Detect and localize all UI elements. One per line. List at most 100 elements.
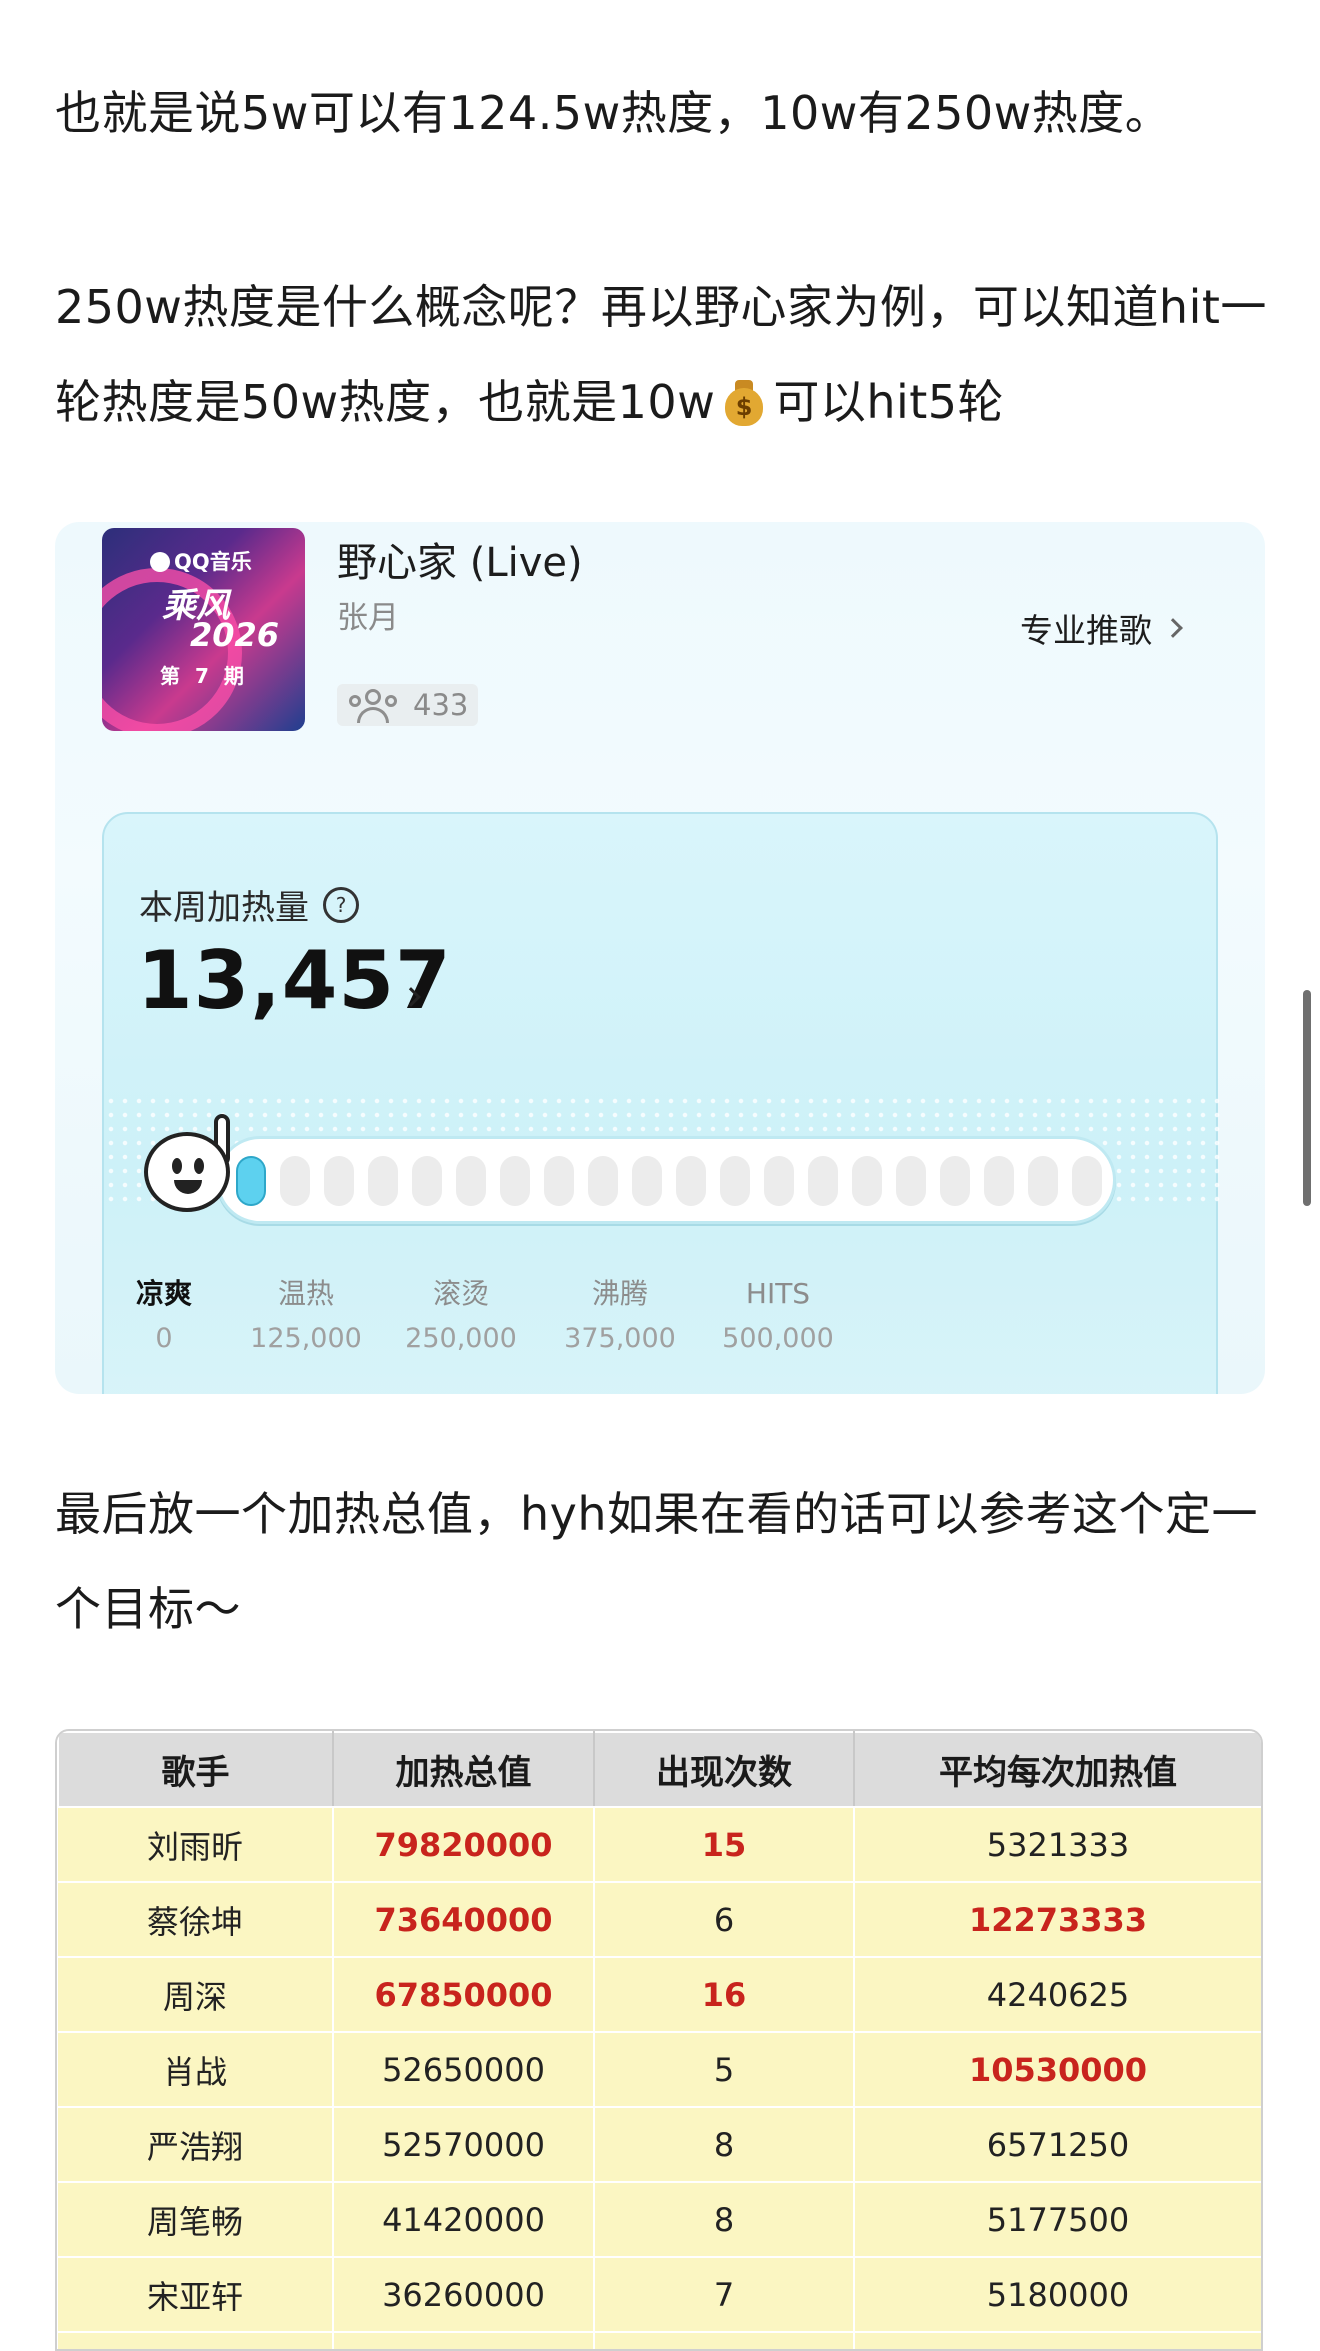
table-cell-count: 16 xyxy=(594,1957,855,2033)
fans-badge[interactable]: 433 xyxy=(337,684,479,726)
heat-total-table: 歌手 加热总值 出现次数 平均每次加热值 刘雨昕 79820000 15 5321333 蔡徐… xyxy=(55,1729,1263,2351)
people-icon xyxy=(347,685,401,725)
table-row xyxy=(58,2332,1261,2349)
heat-stage-value: 375,000 xyxy=(564,1323,676,1354)
progress-segment xyxy=(1028,1156,1058,1206)
song-heat-card: QQ音乐 乘风 2026 第 7 期 野心家 (Live) 张月 433 专业推… xyxy=(55,522,1265,1394)
progress-segment xyxy=(940,1156,970,1206)
table-cell-total: 52650000 xyxy=(333,2032,595,2108)
progress-segment xyxy=(852,1156,882,1206)
heat-stage-name: 温热 xyxy=(277,1277,334,1310)
table-cell-count: 8 xyxy=(594,2182,855,2258)
cover-year: 2026 xyxy=(190,616,280,654)
pro-promote-label: 专业推歌 xyxy=(1020,611,1152,650)
table-header-cell: 歌手 xyxy=(57,1731,334,1808)
progress-segment xyxy=(588,1156,618,1206)
table-cell-singer: 刘雨昕 xyxy=(58,1807,334,1883)
table-cell-total: 73640000 xyxy=(333,1882,595,1958)
table-cell-avg: 12273333 xyxy=(854,1882,1261,1958)
table: 歌手 加热总值 出现次数 平均每次加热值 刘雨昕 79820000 15 5321333 蔡徐… xyxy=(57,1731,1261,2349)
qq-music-logo: QQ音乐 xyxy=(150,546,252,576)
paragraph-2-text-a: 250w热度是什么概念呢？再以野心家为例，可以知道hit一轮热度是50w热度，也… xyxy=(55,280,1267,429)
table-cell xyxy=(854,2332,1261,2349)
progress-segment xyxy=(368,1156,398,1206)
heat-stage-name: 滚烫 xyxy=(432,1277,489,1310)
table-cell xyxy=(333,2332,595,2349)
pro-promote-link[interactable]: 专业推歌 xyxy=(1020,604,1183,652)
song-title[interactable]: 野心家 (Live) xyxy=(337,530,583,588)
table-header-cell: 加热总值 xyxy=(332,1731,595,1808)
table-cell-avg: 5321333 xyxy=(854,1807,1261,1883)
table-header-cell: 平均每次加热值 xyxy=(853,1731,1261,1808)
table-cell-total: 79820000 xyxy=(333,1807,595,1883)
table-row: 宋亚轩 36260000 7 5180000 xyxy=(58,2257,1261,2333)
heat-stage: 温热 125,000 xyxy=(231,1274,381,1364)
table-cell xyxy=(58,2332,334,2349)
heat-stage-value: 250,000 xyxy=(405,1323,517,1354)
table-cell-total: 41420000 xyxy=(333,2182,595,2258)
help-icon[interactable]: ? xyxy=(323,886,359,923)
table-cell-singer: 周笔畅 xyxy=(58,2182,334,2258)
table-cell xyxy=(594,2332,855,2349)
progress-segment-filled xyxy=(236,1156,266,1206)
table-cell-singer: 宋亚轩 xyxy=(58,2257,334,2333)
progress-segment xyxy=(632,1156,662,1206)
heat-stage: 沸腾 375,000 xyxy=(545,1274,695,1364)
heat-stage-value: 0 xyxy=(155,1323,173,1354)
table-row: 周深 67850000 16 4240625 xyxy=(58,1957,1261,2033)
progress-segment xyxy=(676,1156,706,1206)
progress-segment xyxy=(808,1156,838,1206)
heat-stage: 滚烫 250,000 xyxy=(386,1274,536,1364)
table-cell-singer: 严浩翔 xyxy=(58,2107,334,2183)
progress-segment xyxy=(544,1156,574,1206)
heat-panel: 本周加热量? 13,457 凉爽 0 温热 125,000 滚烫 250,000 沸腾 375… xyxy=(102,812,1220,1394)
heat-value[interactable]: 13,457 xyxy=(137,934,452,1027)
heat-stage-value: 500,000 xyxy=(722,1323,834,1354)
chevron-right-icon xyxy=(1163,618,1183,638)
table-cell-total: 36260000 xyxy=(333,2257,595,2333)
table-cell-total: 52570000 xyxy=(333,2107,595,2183)
progress-segment xyxy=(764,1156,794,1206)
heat-stage: 凉爽 0 xyxy=(89,1274,239,1364)
progress-segment xyxy=(500,1156,530,1206)
table-row: 肖战 52650000 5 10530000 xyxy=(58,2032,1261,2108)
heat-stage-value: 125,000 xyxy=(250,1323,362,1354)
progress-segment xyxy=(412,1156,442,1206)
table-header-row: 歌手 加热总值 出现次数 平均每次加热值 xyxy=(57,1731,1261,1808)
mascot-icon xyxy=(134,1114,240,1220)
table-cell-count: 15 xyxy=(594,1807,855,1883)
paragraph-2-text-b: 可以hit5轮 xyxy=(773,375,1005,429)
table-row: 蔡徐坤 73640000 6 12273333 xyxy=(58,1882,1261,1958)
scrollbar[interactable] xyxy=(1303,990,1311,1206)
fans-count: 433 xyxy=(413,688,469,722)
table-cell-singer: 周深 xyxy=(58,1957,334,2033)
table-header-cell: 出现次数 xyxy=(593,1731,855,1808)
progress-segment xyxy=(720,1156,750,1206)
heat-stage-name: HITS xyxy=(745,1277,811,1310)
cover-episode: 第 7 期 xyxy=(160,664,248,688)
paragraph-1: 也就是说5w可以有124.5w热度，10w有250w热度。 xyxy=(55,86,1172,140)
table-body: 刘雨昕 79820000 15 5321333 蔡徐坤 73640000 6 12273333… xyxy=(58,1807,1261,2349)
heat-progress-bar xyxy=(216,1136,1116,1224)
progress-segment xyxy=(1072,1156,1102,1206)
table-cell-avg: 6571250 xyxy=(854,2107,1261,2183)
table-cell-count: 5 xyxy=(594,2032,855,2108)
heat-stage: HITS 500,000 xyxy=(703,1274,853,1364)
table-cell-count: 6 xyxy=(594,1882,855,1958)
table-row: 刘雨昕 79820000 15 5321333 xyxy=(58,1807,1261,1883)
paragraph-3: 最后放一个加热总值，hyh如果在看的话可以参考这个定一个目标～ xyxy=(55,1487,1259,1636)
table-cell-avg: 10530000 xyxy=(854,2032,1261,2108)
heat-stage-name: 沸腾 xyxy=(591,1277,648,1310)
table-cell-avg: 5177500 xyxy=(854,2182,1261,2258)
progress-segment xyxy=(280,1156,310,1206)
progress-segment xyxy=(324,1156,354,1206)
album-cover[interactable]: QQ音乐 乘风 2026 第 7 期 xyxy=(102,528,305,731)
table-cell-count: 7 xyxy=(594,2257,855,2333)
table-cell-singer: 蔡徐坤 xyxy=(58,1882,334,1958)
money-bag-icon: $ xyxy=(721,376,767,426)
progress-segment xyxy=(456,1156,486,1206)
table-cell-singer: 肖战 xyxy=(58,2032,334,2108)
paragraph-2: 250w热度是什么概念呢？再以野心家为例，可以知道hit一轮热度是50w热度，也… xyxy=(55,260,1285,450)
song-artist[interactable]: 张月 xyxy=(337,592,399,637)
heat-label-text: 本周加热量 xyxy=(139,888,309,928)
